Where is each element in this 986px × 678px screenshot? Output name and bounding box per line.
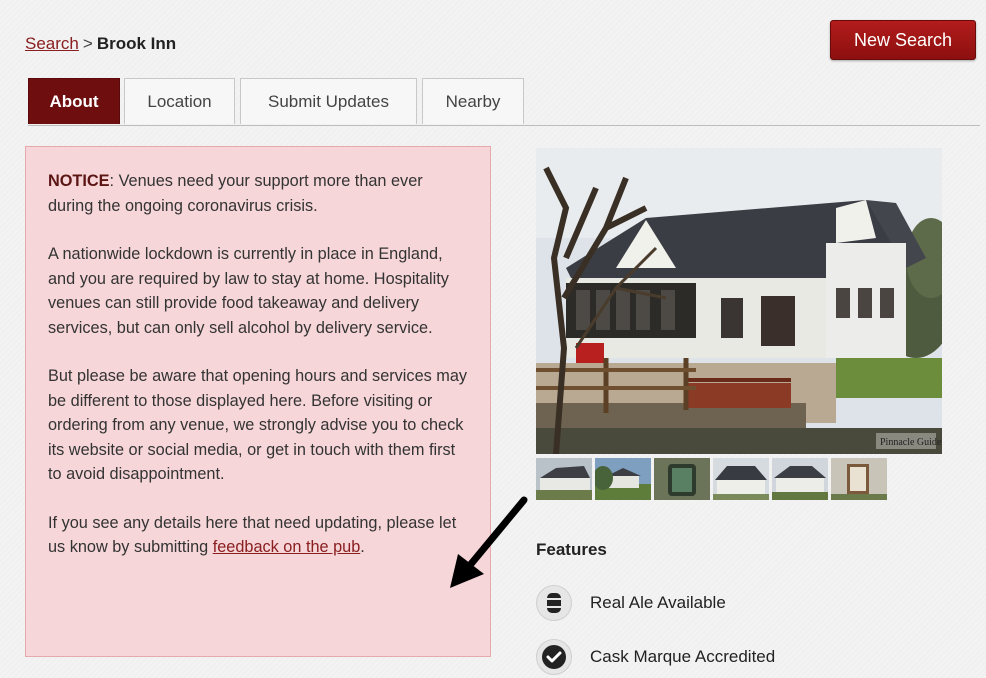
thumbnail-5[interactable]: [772, 458, 828, 500]
annotation-arrow-icon: [450, 496, 528, 588]
feedback-suffix: .: [360, 538, 365, 556]
breadcrumb-search-link[interactable]: Search: [25, 34, 79, 53]
photo-credit: Pinnacle Guides: [880, 437, 942, 448]
tab-nearby[interactable]: Nearby: [422, 78, 524, 124]
notice-paragraph-lockdown: A nationwide lockdown is currently in pl…: [48, 245, 449, 337]
checkmark-icon: [536, 639, 572, 675]
feedback-link[interactable]: feedback on the pub: [213, 538, 361, 556]
notice-paragraph-feedback: If you see any details here that need up…: [48, 511, 470, 560]
notice-intro: NOTICE: Venues need your support more th…: [48, 169, 470, 218]
features-heading: Features: [536, 540, 607, 559]
notice-heading: NOTICE: [48, 172, 110, 190]
breadcrumb: Search > Brook Inn: [25, 34, 176, 54]
tab-divider: [28, 125, 980, 126]
beer-barrel-icon: [536, 585, 572, 621]
feature-label: Real Ale Available: [590, 593, 726, 612]
thumbnail-4[interactable]: [713, 458, 769, 500]
thumbnail-3[interactable]: [654, 458, 710, 500]
breadcrumb-current: Brook Inn: [96, 34, 177, 53]
notice-paragraph-advice: But please be aware that opening hours a…: [48, 367, 468, 483]
breadcrumb-separator: >: [82, 34, 93, 53]
feature-cask-marque: Cask Marque Accredited: [536, 637, 775, 677]
feature-label: Cask Marque Accredited: [590, 647, 776, 666]
thumbnail-2[interactable]: [595, 458, 651, 500]
tab-submit-updates[interactable]: Submit Updates: [240, 78, 417, 124]
new-search-button[interactable]: New Search: [830, 20, 976, 60]
feature-real-ale: Real Ale Available: [536, 583, 726, 623]
tab-about[interactable]: About: [28, 78, 120, 124]
tab-location[interactable]: Location: [124, 78, 235, 124]
coronavirus-notice: NOTICE: Venues need your support more th…: [25, 146, 491, 657]
pub-photo[interactable]: Pinnacle Guides: [536, 148, 942, 454]
thumbnail-1[interactable]: [536, 458, 592, 500]
thumbnail-6[interactable]: [831, 458, 887, 500]
